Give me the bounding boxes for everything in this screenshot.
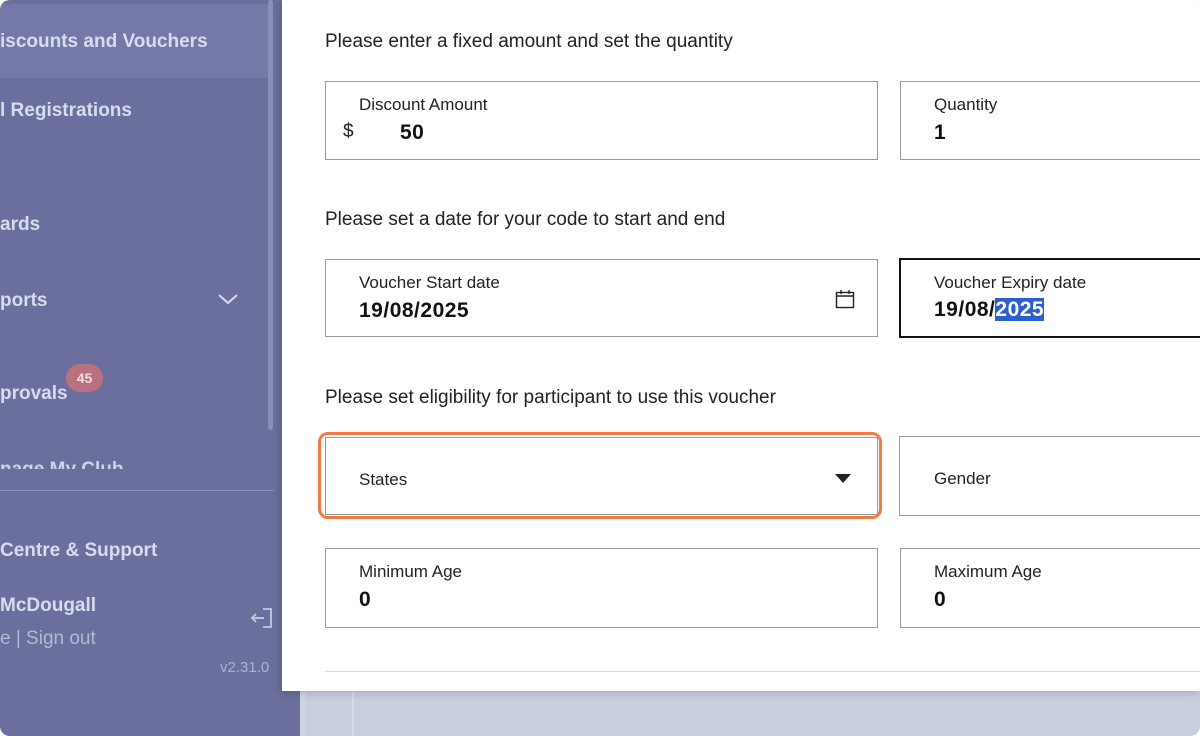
quantity-label: Quantity bbox=[934, 95, 998, 114]
start-date-value[interactable]: 19/08/2025 bbox=[359, 299, 469, 323]
maximum-age-value[interactable]: 0 bbox=[934, 588, 946, 612]
sidebar-item-approvals[interactable]: provals bbox=[0, 383, 68, 405]
currency-prefix: $ bbox=[343, 121, 354, 142]
sidebar-item-discounts-vouchers[interactable]: iscounts and Vouchers bbox=[0, 31, 208, 53]
sidebar-item-manage-club[interactable]: nage My Club bbox=[0, 455, 150, 469]
background-divider bbox=[352, 690, 354, 736]
calendar-icon[interactable] bbox=[835, 289, 855, 309]
expiry-date-value[interactable]: 19/08/2025 bbox=[934, 298, 1045, 322]
sidebar-divider bbox=[0, 490, 274, 491]
minimum-age-field[interactable]: Minimum Age 0 bbox=[325, 548, 878, 628]
maximum-age-label: Maximum Age bbox=[934, 562, 1042, 581]
sidebar-item-reports[interactable]: ports bbox=[0, 290, 48, 312]
chevron-down-icon[interactable] bbox=[217, 291, 239, 307]
background-area bbox=[306, 690, 1200, 736]
states-select-highlight bbox=[318, 432, 882, 519]
voucher-start-date-field[interactable]: Voucher Start date 19/08/2025 bbox=[325, 259, 878, 337]
eligibility-section-title: Please set eligibility for participant t… bbox=[325, 387, 776, 408]
user-name: McDougall bbox=[0, 595, 97, 616]
date-section-title: Please set a date for your code to start… bbox=[325, 209, 726, 230]
sidebar-scrollbar[interactable] bbox=[268, 0, 273, 430]
sidebar: iscounts and Vouchers l Registrations ar… bbox=[0, 0, 300, 736]
voucher-expiry-date-field[interactable]: Voucher Expiry date 19/08/2025 bbox=[899, 258, 1200, 338]
sidebar-item-registrations[interactable]: l Registrations bbox=[0, 100, 132, 122]
quantity-field[interactable]: Quantity 1 bbox=[900, 81, 1200, 160]
expiry-date-label: Voucher Expiry date bbox=[934, 273, 1087, 292]
app-version: v2.31.0 bbox=[220, 659, 270, 676]
minimum-age-label: Minimum Age bbox=[359, 562, 462, 581]
quantity-value[interactable]: 1 bbox=[934, 121, 946, 145]
sidebar-item-label: nage My Club bbox=[0, 459, 150, 469]
approvals-count-badge: 45 bbox=[66, 364, 103, 392]
voucher-form-panel: Please enter a fixed amount and set the … bbox=[282, 0, 1200, 691]
maximum-age-field[interactable]: Maximum Age 0 bbox=[900, 548, 1200, 628]
section-divider bbox=[325, 671, 1200, 672]
gender-select[interactable]: Gender bbox=[899, 436, 1200, 516]
sidebar-item-cards[interactable]: ards bbox=[0, 214, 40, 236]
minimum-age-value[interactable]: 0 bbox=[359, 588, 371, 612]
help-centre-link[interactable]: Centre & Support bbox=[0, 540, 157, 562]
discount-amount-field[interactable]: Discount Amount $ 50 bbox=[325, 81, 878, 160]
sign-out-icon[interactable] bbox=[249, 605, 275, 631]
profile-signout-links[interactable]: e | Sign out bbox=[0, 628, 96, 650]
app-window: iscounts and Vouchers l Registrations ar… bbox=[0, 0, 1200, 736]
start-date-label: Voucher Start date bbox=[359, 273, 500, 292]
gender-placeholder: Gender bbox=[934, 469, 991, 488]
discount-amount-label: Discount Amount bbox=[359, 95, 488, 114]
amount-section-title: Please enter a fixed amount and set the … bbox=[325, 31, 733, 52]
discount-amount-value[interactable]: 50 bbox=[400, 121, 424, 145]
expiry-year-selected: 2025 bbox=[995, 298, 1045, 321]
expiry-date-prefix: 19/08/ bbox=[934, 298, 996, 321]
